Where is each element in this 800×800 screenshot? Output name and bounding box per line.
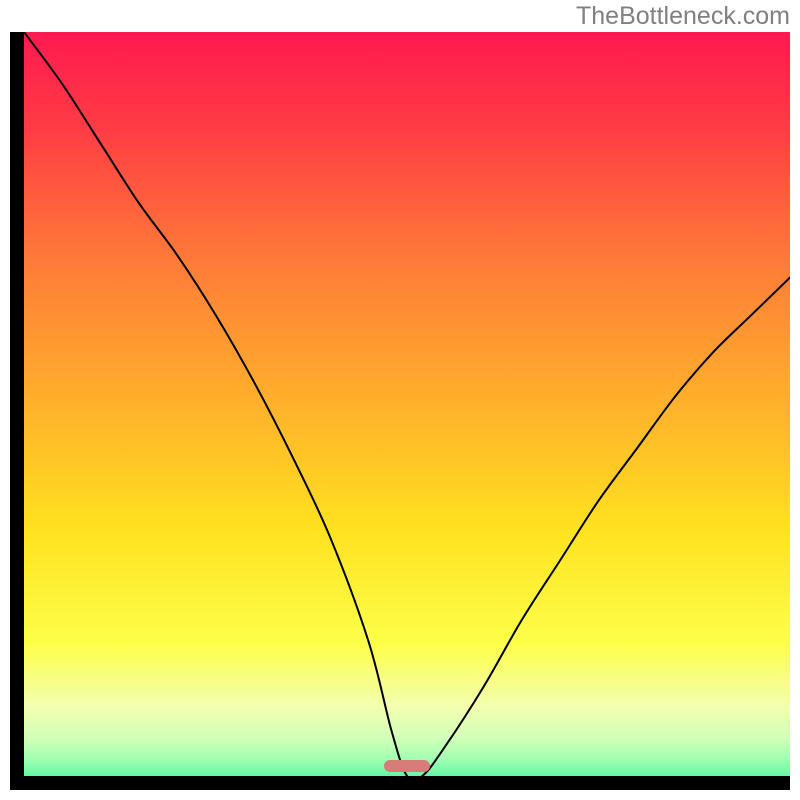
plot-area	[24, 32, 790, 776]
chart-stage: TheBottleneck.com	[0, 0, 800, 800]
target-range-marker	[384, 760, 430, 772]
plot-frame	[10, 32, 790, 790]
bottleneck-curve	[24, 32, 790, 776]
watermark-text: TheBottleneck.com	[576, 2, 790, 31]
